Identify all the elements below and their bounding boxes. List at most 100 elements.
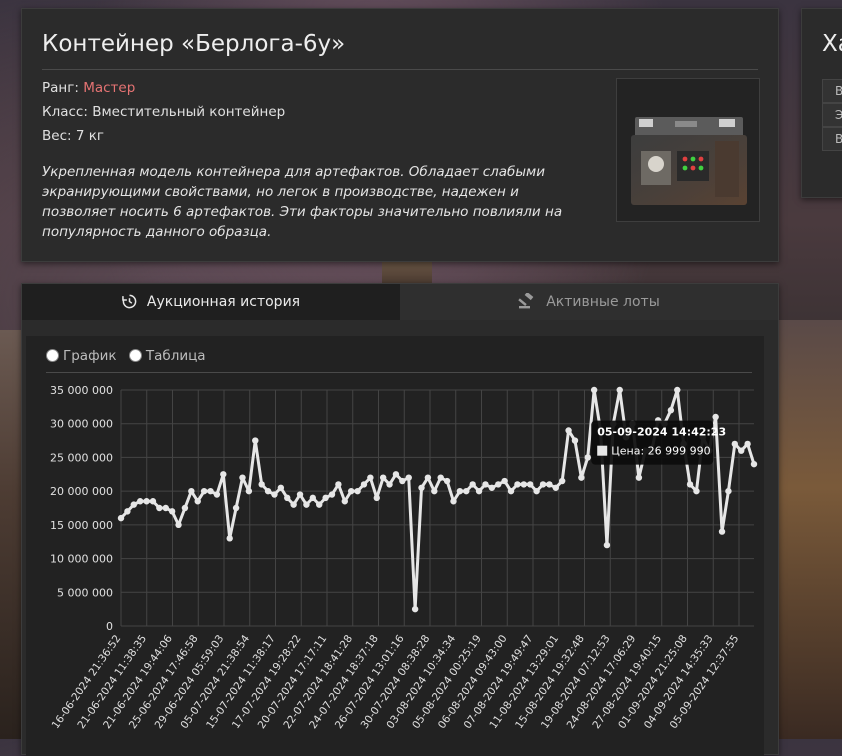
data-point	[450, 498, 457, 505]
data-point	[303, 501, 310, 508]
view-toggle: График Таблица	[46, 348, 214, 364]
radio-table-label: Таблица	[145, 348, 206, 364]
data-point	[431, 487, 438, 495]
data-point	[635, 474, 643, 481]
data-point	[360, 481, 368, 488]
data-point	[277, 484, 285, 491]
data-point	[565, 427, 572, 434]
y-tick-label: 25 000 000	[50, 451, 113, 464]
data-point	[136, 498, 144, 505]
data-point	[738, 447, 745, 454]
data-point	[245, 487, 253, 495]
data-point	[571, 437, 579, 444]
data-point	[437, 474, 444, 481]
data-point	[712, 413, 719, 421]
background-cliff-right	[778, 320, 842, 739]
data-point	[424, 474, 432, 481]
auction-history-card: Аукционная история Активные лоты График …	[21, 283, 779, 756]
item-image	[616, 78, 760, 222]
history-icon	[122, 294, 137, 309]
y-tick-label: 15 000 000	[50, 519, 113, 532]
data-point	[175, 521, 182, 529]
data-point	[456, 487, 464, 495]
y-tick-label: 10 000 000	[50, 553, 113, 566]
tooltip-swatch	[597, 445, 608, 456]
data-point	[590, 386, 598, 394]
data-point	[501, 477, 508, 485]
data-point	[584, 454, 591, 461]
tab-label: Аукционная история	[146, 294, 301, 310]
y-tick-label: 30 000 000	[50, 418, 113, 431]
item-class: Класс: Вместительный контейнер	[42, 104, 285, 120]
item-info-card: Контейнер «Берлога-6у» Ранг: Мастер Клас…	[21, 8, 779, 262]
price-chart[interactable]: 0 5 000 000 10 000 000 15 000 000 20 000 000…	[26, 372, 764, 756]
data-point	[558, 477, 566, 485]
data-point	[252, 437, 259, 444]
class-value: Вместительный контейнер	[92, 104, 286, 120]
data-point	[149, 498, 157, 505]
data-point	[507, 487, 515, 495]
gavel-icon	[518, 291, 534, 309]
history-panel: График Таблица 0 5 000 000 10 000 000 15 00…	[26, 336, 764, 756]
y-tick-label: 5 000 000	[57, 586, 113, 599]
data-point	[156, 504, 163, 512]
background-cliff-left	[0, 330, 22, 739]
data-point	[495, 481, 502, 488]
data-point	[539, 481, 547, 488]
data-point	[744, 440, 751, 448]
rank-value: Мастер	[83, 80, 136, 96]
data-point	[533, 487, 540, 495]
characteristics-row: В	[822, 127, 842, 151]
tab-auction-history[interactable]: Аукционная история	[22, 284, 400, 320]
item-title: Контейнер «Берлога-6у»	[42, 31, 346, 57]
characteristics-card: Ха В Э В	[801, 8, 842, 198]
data-point	[207, 487, 214, 495]
y-tick-label: 0	[106, 620, 113, 633]
data-point	[373, 494, 380, 502]
class-label: Класс:	[42, 104, 88, 120]
radio-table[interactable]	[128, 349, 142, 362]
data-point	[731, 440, 739, 448]
tab-active-lots[interactable]: Активные лоты	[400, 284, 778, 320]
data-point	[290, 501, 297, 508]
tooltip-date: 05-09-2024 14:42:23	[597, 426, 726, 439]
weight-value: 7 кг	[75, 128, 104, 144]
data-point	[475, 487, 483, 495]
data-point	[258, 481, 265, 488]
data-point	[322, 494, 329, 502]
data-point	[379, 474, 387, 481]
data-point	[674, 386, 681, 394]
radio-chart[interactable]	[46, 349, 59, 362]
data-point	[392, 471, 400, 478]
data-point	[603, 541, 611, 549]
data-point	[463, 487, 470, 495]
divider	[42, 69, 758, 70]
radio-chart-label: График	[63, 348, 117, 364]
data-point	[469, 481, 476, 488]
rank-label: Ранг:	[42, 80, 79, 96]
data-point	[309, 494, 317, 502]
data-point	[482, 481, 489, 488]
data-point	[546, 481, 553, 488]
data-point	[527, 481, 534, 488]
characteristics-row: Э	[822, 103, 842, 127]
data-point	[239, 474, 246, 481]
characteristics-title: Ха	[822, 31, 842, 57]
data-point	[316, 501, 323, 508]
data-point	[226, 535, 233, 542]
data-point	[443, 477, 451, 485]
y-tick-label: 20 000 000	[50, 485, 113, 498]
data-point	[162, 504, 169, 512]
data-point	[386, 481, 393, 488]
data-point	[405, 474, 412, 481]
data-point	[284, 494, 291, 502]
data-point	[335, 481, 342, 488]
data-point	[220, 471, 227, 478]
data-point	[367, 474, 374, 481]
data-point	[725, 487, 732, 495]
data-point	[354, 487, 361, 495]
data-point	[411, 605, 419, 613]
weight-label: Вес:	[42, 128, 72, 144]
data-point	[124, 508, 131, 515]
data-point	[514, 481, 521, 488]
